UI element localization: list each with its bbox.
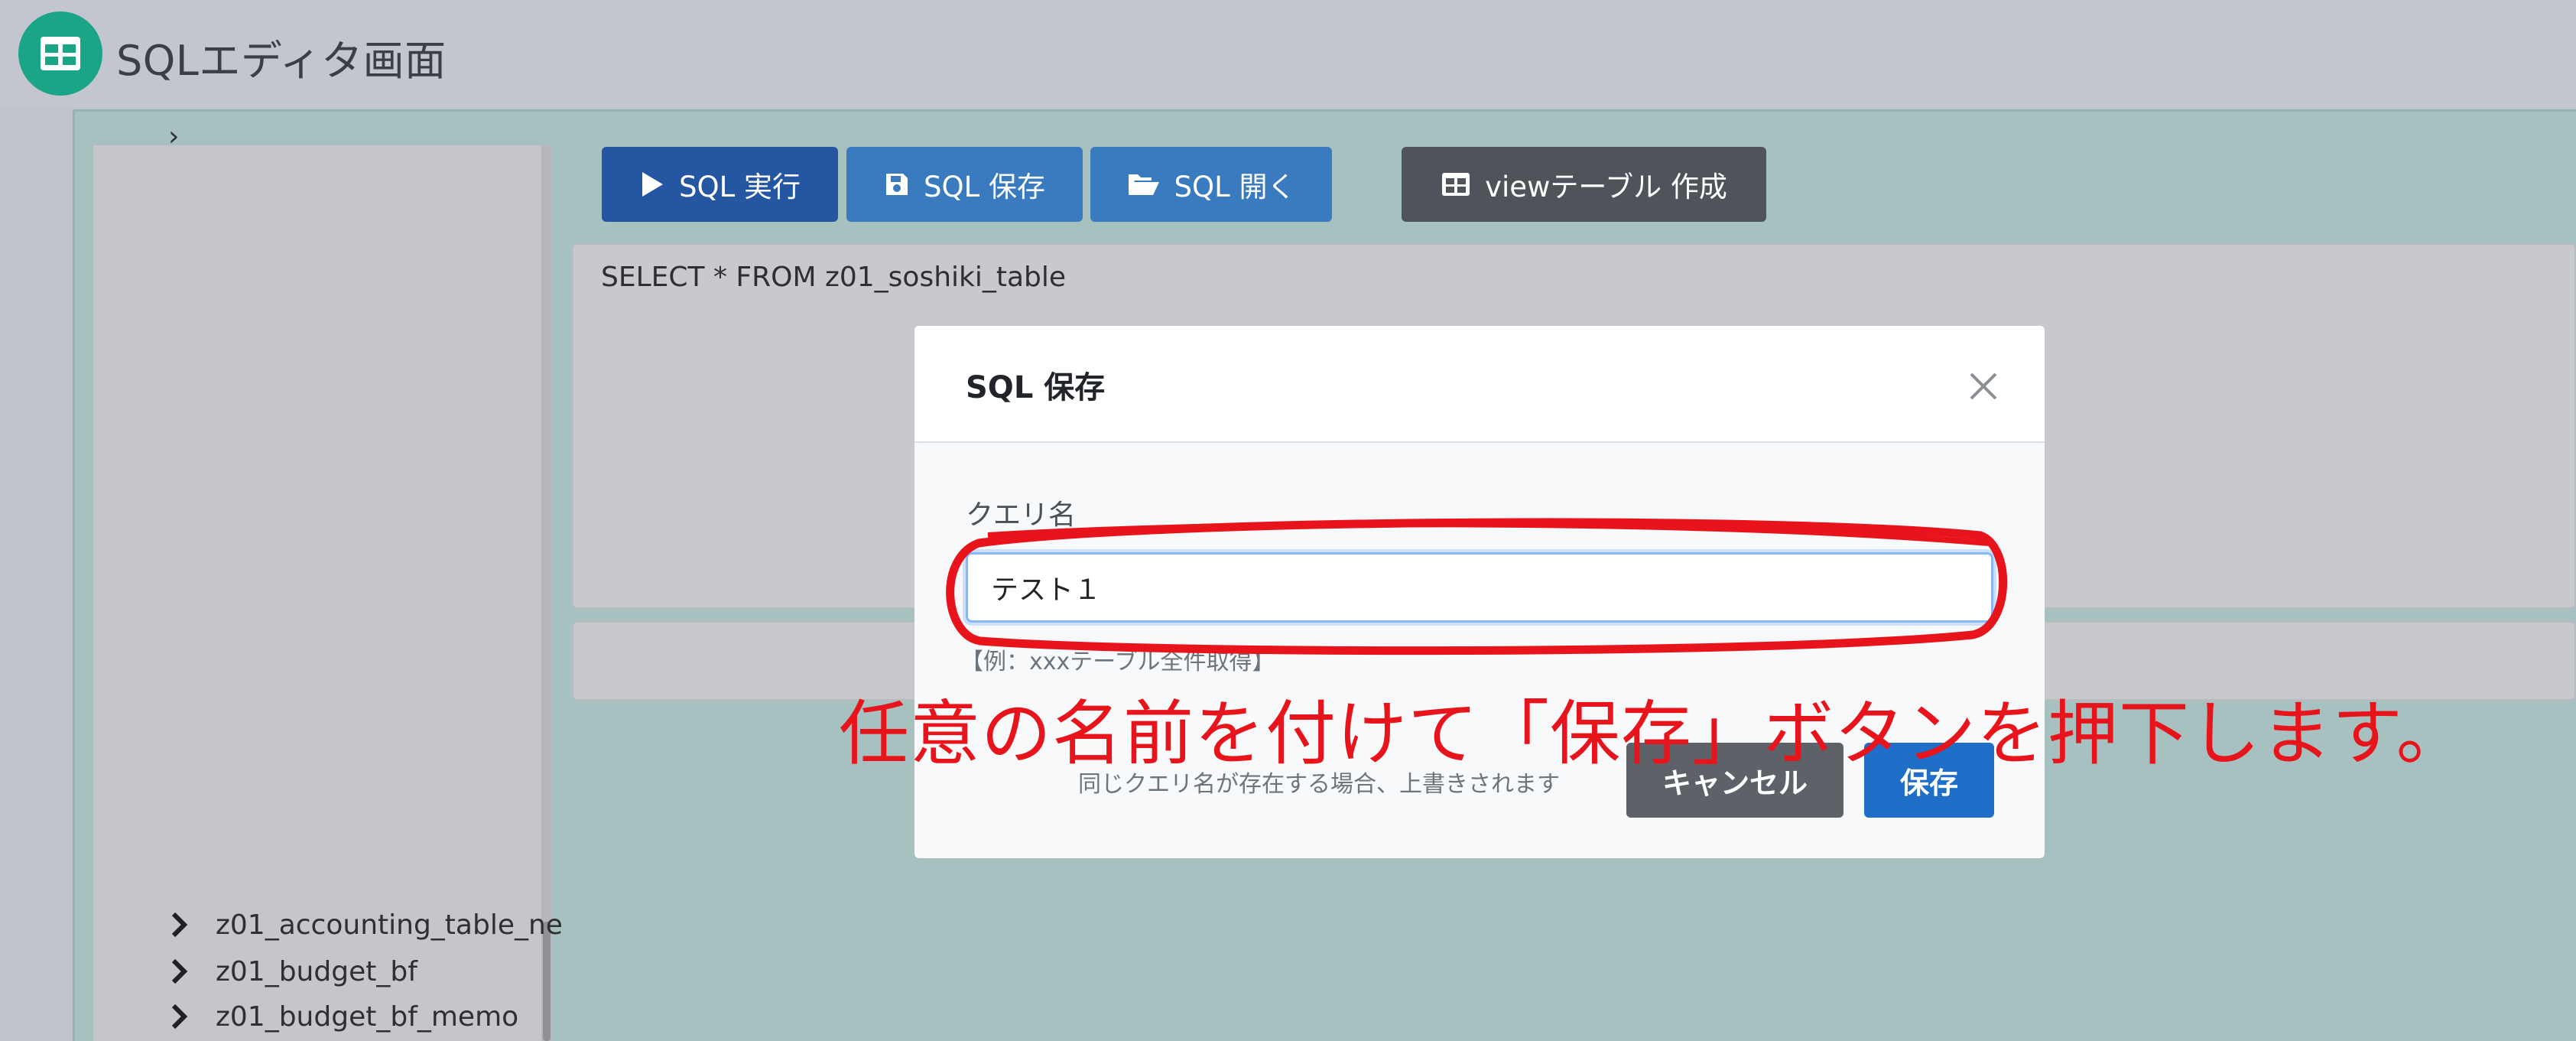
chevron-right-icon (171, 1004, 188, 1030)
chevron-right-icon (171, 958, 188, 984)
play-icon (642, 172, 663, 197)
tree-item-label: z01_budget_bf (216, 955, 417, 987)
modal-header: SQL 保存 (914, 326, 2045, 443)
table-icon (1442, 173, 1470, 196)
create-view-label: viewテーブル 作成 (1485, 171, 1727, 203)
modal-title: SQL 保存 (966, 370, 1106, 405)
query-name-example: 【例：xxxテーブル全件取得】 (960, 649, 1275, 675)
sql-query-text[interactable]: SELECT * FROM z01_soshiki_table (601, 262, 1066, 293)
tree-item-label: z01_budget_bf_memo (216, 1000, 519, 1033)
instruction-annotation: 任意の名前を付けて「保存」ボタンを押下します。 (839, 693, 2467, 775)
tree-item[interactable]: z01_budget_bf (168, 952, 417, 991)
tree-item-clipped: › (168, 121, 180, 152)
query-name-label: クエリ名 (966, 499, 1077, 531)
table-grid-icon (18, 11, 102, 96)
tree-item[interactable]: z01_budget_bf_memo (168, 997, 518, 1036)
page-title: SQLエディタ画面 (116, 37, 447, 85)
sql-run-label: SQL 実行 (679, 171, 801, 203)
sql-open-label: SQL 開く (1174, 171, 1296, 203)
tree-item[interactable]: z01_accounting_table_ne (168, 905, 563, 945)
sql-run-button[interactable]: SQL 実行 (602, 147, 838, 222)
folder-open-icon (1128, 174, 1159, 195)
sql-save-button[interactable]: SQL 保存 (846, 147, 1083, 222)
tree-item-label: z01_accounting_table_ne (216, 909, 563, 941)
close-icon[interactable] (1967, 369, 2000, 403)
sql-save-label: SQL 保存 (924, 171, 1045, 203)
app-header: SQLエディタ画面 (0, 0, 2576, 107)
floppy-disk-icon (886, 174, 908, 195)
sql-open-button[interactable]: SQL 開く (1090, 147, 1332, 222)
chevron-right-icon (171, 912, 188, 938)
create-view-button[interactable]: viewテーブル 作成 (1402, 147, 1766, 222)
query-name-input[interactable] (966, 552, 1993, 623)
